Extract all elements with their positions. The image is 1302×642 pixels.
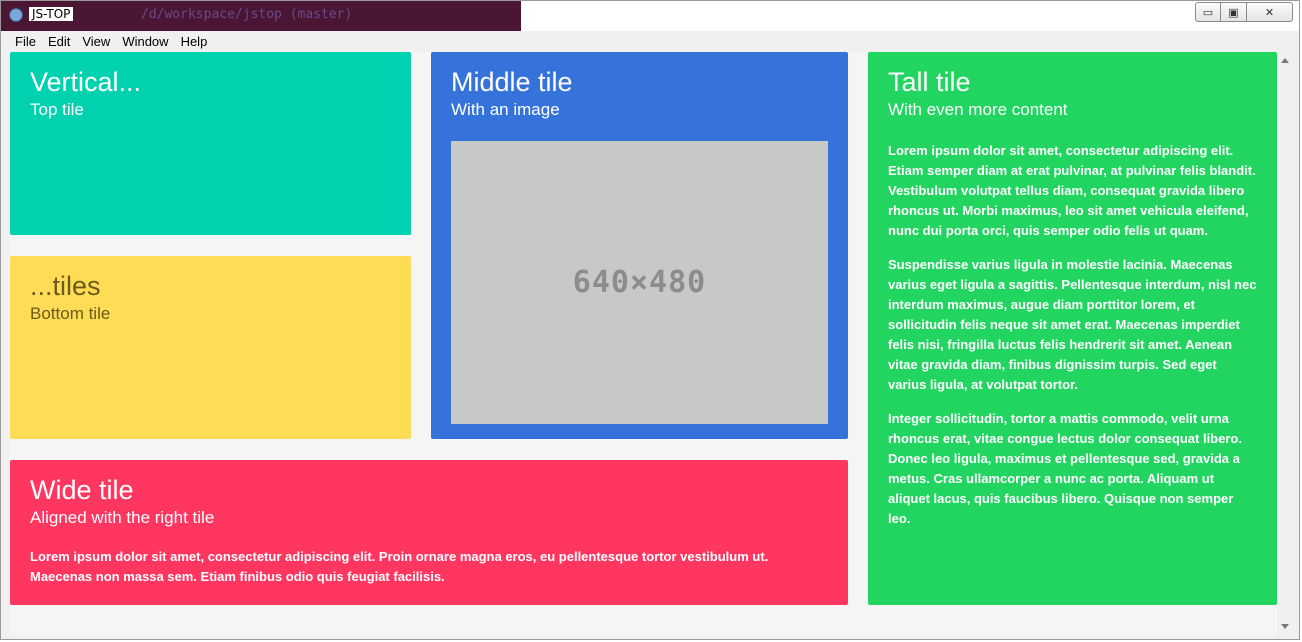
minimize-button[interactable]: ▭ [1195,2,1221,22]
tile-title: Tall tile [888,67,971,97]
window-title: JS-TOP [29,7,74,21]
tile-grid: Vertical... Top tile ...tiles Bottom til… [9,52,1293,635]
tall-tile: Tall tile With even more content Lorem i… [868,52,1277,605]
window-controls: ▭ ▣ ✕ [1195,2,1293,22]
tile-subtitle: Bottom tile [30,304,111,323]
tile-paragraph: Lorem ipsum dolor sit amet, consectetur … [888,143,1256,238]
tile-subtitle: With an image [451,100,560,119]
menu-bar: File Edit View Window Help [9,32,1293,52]
tile-subtitle: Aligned with the right tile [30,508,215,527]
scroll-down-icon[interactable] [1281,624,1289,629]
placeholder-image-label: 640×480 [572,265,707,300]
tile-paragraph: Suspendisse varius ligula in molestie la… [888,257,1257,392]
background-terminal: /d/workspace/jstop (master) [1,1,521,31]
app-logo-icon [9,8,23,22]
tile-body-text: Lorem ipsum dolor sit amet, consectetur … [30,549,769,584]
placeholder-image: 640×480 [451,141,828,424]
tile-subtitle: With even more content [888,100,1068,119]
app-window: /d/workspace/jstop (master) JS-TOP ▭ ▣ ✕… [0,0,1300,640]
maximize-button[interactable]: ▣ [1221,2,1247,22]
scroll-up-icon[interactable] [1281,58,1289,63]
menu-help[interactable]: Help [175,32,214,52]
title-bar[interactable]: /d/workspace/jstop (master) JS-TOP ▭ ▣ ✕ [1,1,1299,31]
middle-tile: Middle tile With an image 640×480 [431,52,848,439]
vertical-scrollbar[interactable] [1277,52,1293,635]
menu-window[interactable]: Window [116,32,174,52]
bottom-tile: ...tiles Bottom tile [10,256,411,439]
menu-view[interactable]: View [76,32,116,52]
tile-title: Middle tile [451,67,573,97]
close-button[interactable]: ✕ [1247,2,1293,22]
menu-edit[interactable]: Edit [42,32,76,52]
tile-subtitle: Top tile [30,100,84,119]
tile-body: Lorem ipsum dolor sit amet, consectetur … [888,141,1257,529]
wide-tile: Wide tile Aligned with the right tile Lo… [10,460,848,605]
tile-paragraph: Integer sollicitudin, tortor a mattis co… [888,411,1242,526]
background-terminal-text: /d/workspace/jstop (master) [141,7,353,22]
tile-title: Wide tile [30,475,134,505]
tile-title: ...tiles [30,271,101,301]
tile-title: Vertical... [30,67,142,97]
top-tile: Vertical... Top tile [10,52,411,235]
menu-file[interactable]: File [9,32,42,52]
